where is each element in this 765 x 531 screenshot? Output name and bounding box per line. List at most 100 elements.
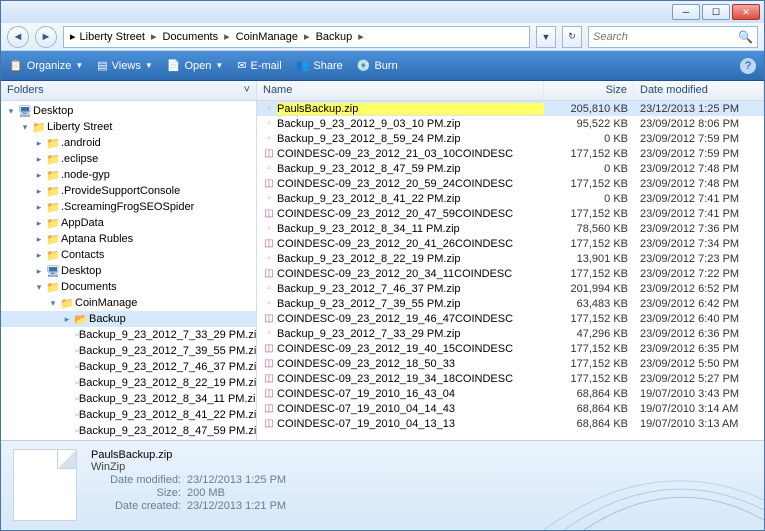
open-menu[interactable]: 📄Open▼ (167, 59, 224, 72)
file-row[interactable]: ◫COINDESC-07_19_2010_16_43_0468,864 KB19… (257, 386, 764, 401)
file-row[interactable]: ▫PaulsBackup.zip205,810 KB23/12/2013 1:2… (257, 101, 764, 116)
tree-item[interactable]: ▫Backup_9_23_2012_7_39_55 PM.zip (1, 343, 256, 359)
file-row[interactable]: ▫Backup_9_23_2012_8_34_11 PM.zip78,560 K… (257, 221, 764, 236)
file-row[interactable]: ▫Backup_9_23_2012_7_39_55 PM.zip63,483 K… (257, 296, 764, 311)
file-row[interactable]: ◫COINDESC-09_23_2012_20_34_11COINDESC177… (257, 266, 764, 281)
back-button[interactable]: ◄ (7, 26, 29, 48)
breadcrumb-seg-2[interactable]: CoinManage (234, 31, 300, 43)
file-row[interactable]: ◫COINDESC-09_23_2012_21_03_10COINDESC177… (257, 146, 764, 161)
tree-item[interactable]: ▫Backup_9_23_2012_8_22_19 PM.zip (1, 375, 256, 391)
folder-tree[interactable]: ▾🖥Desktop▾📁Liberty Street▸📁.android▸📁.ec… (1, 101, 256, 440)
burn-button[interactable]: 💿Burn (357, 59, 398, 72)
file-row[interactable]: ◫COINDESC-09_23_2012_19_40_15COINDESC177… (257, 341, 764, 356)
expand-icon[interactable]: ▾ (47, 298, 59, 309)
expand-icon[interactable]: ▸ (33, 186, 45, 197)
file-row[interactable]: ▫Backup_9_23_2012_8_47_59 PM.zip0 KB23/0… (257, 161, 764, 176)
file-row[interactable]: ◫COINDESC-07_19_2010_04_14_4368,864 KB19… (257, 401, 764, 416)
tree-item[interactable]: ▫Backup_9_23_2012_8_34_11 PM.zip (1, 391, 256, 407)
folder-icon: 📁 (59, 296, 75, 310)
breadcrumb-seg-3[interactable]: Backup (314, 31, 355, 43)
forward-button[interactable]: ► (35, 26, 57, 48)
file-row[interactable]: ◫COINDESC-09_23_2012_19_34_18COINDESC177… (257, 371, 764, 386)
file-row[interactable]: ◫COINDESC-07_19_2010_04_13_1368,864 KB19… (257, 416, 764, 431)
expand-icon[interactable]: ▾ (19, 122, 31, 133)
file-date: 19/07/2010 3:43 PM (634, 388, 764, 400)
tree-item[interactable]: ▫Backup_9_23_2012_8_41_22 PM.zip (1, 407, 256, 423)
expand-icon[interactable]: ▸ (33, 202, 45, 213)
expand-icon[interactable]: ▸ (33, 218, 45, 229)
expand-icon[interactable]: ▸ (33, 266, 45, 277)
expand-icon[interactable]: ▸ (33, 170, 45, 181)
file-date: 23/09/2012 7:41 PM (634, 208, 764, 220)
file-size: 177,152 KB (544, 373, 634, 385)
maximize-button[interactable]: ☐ (702, 4, 730, 20)
column-date[interactable]: Date modified (634, 81, 764, 100)
file-row[interactable]: ◫COINDESC-09_23_2012_19_46_47COINDESC177… (257, 311, 764, 326)
address-bar[interactable]: ▸ Liberty Street▸ Documents▸ CoinManage▸… (63, 26, 530, 48)
file-row[interactable]: ▫Backup_9_23_2012_8_22_19 PM.zip13,901 K… (257, 251, 764, 266)
file-size: 177,152 KB (544, 268, 634, 280)
tree-item[interactable]: ▸📁Contacts (1, 247, 256, 263)
file-row[interactable]: ▫Backup_9_23_2012_9_03_10 PM.zip95,522 K… (257, 116, 764, 131)
views-menu[interactable]: ▤Views▼ (97, 59, 152, 72)
expand-icon[interactable]: ▸ (33, 250, 45, 261)
file-date: 23/09/2012 7:22 PM (634, 268, 764, 280)
tree-item[interactable]: ▸📁.node-gyp (1, 167, 256, 183)
tree-item[interactable]: ▫Backup_9_23_2012_7_46_37 PM.zip (1, 359, 256, 375)
expand-icon[interactable]: ▾ (33, 282, 45, 293)
file-size: 78,560 KB (544, 223, 634, 235)
file-date: 23/12/2013 1:25 PM (634, 103, 764, 115)
search-input[interactable] (593, 31, 738, 43)
email-button[interactable]: ✉E-mail (237, 59, 281, 72)
file-row[interactable]: ▫Backup_9_23_2012_8_59_24 PM.zip0 KB23/0… (257, 131, 764, 146)
file-row[interactable]: ◫COINDESC-09_23_2012_20_47_59COINDESC177… (257, 206, 764, 221)
search-box[interactable]: 🔍 (588, 26, 758, 48)
tree-item[interactable]: ▸📁.ScreamingFrogSEOSpider (1, 199, 256, 215)
help-button[interactable]: ? (740, 58, 756, 74)
close-button[interactable]: ✕ (732, 4, 760, 20)
tree-item[interactable]: ▾📁CoinManage (1, 295, 256, 311)
tree-item[interactable]: ▸📁.eclipse (1, 151, 256, 167)
minimize-button[interactable]: ─ (672, 4, 700, 20)
file-row[interactable]: ▫Backup_9_23_2012_7_33_29 PM.zip47,296 K… (257, 326, 764, 341)
tree-item[interactable]: ▫Backup_9_23_2012_7_33_29 PM.zip (1, 327, 256, 343)
tree-item[interactable]: ▸📁.ProvideSupportConsole (1, 183, 256, 199)
share-button[interactable]: 👥Share (296, 59, 343, 72)
tree-item[interactable]: ▸📁.android (1, 135, 256, 151)
organize-menu[interactable]: 📋Organize▼ (9, 59, 83, 72)
file-size: 177,152 KB (544, 208, 634, 220)
preview-thumbnail (13, 449, 77, 521)
file-row[interactable]: ◫COINDESC-09_23_2012_20_59_24COINDESC177… (257, 176, 764, 191)
expand-icon[interactable]: ▸ (61, 314, 73, 325)
file-row[interactable]: ▫Backup_9_23_2012_7_46_37 PM.zip201,994 … (257, 281, 764, 296)
expand-icon[interactable]: ▸ (33, 234, 45, 245)
expand-icon[interactable]: ▸ (33, 138, 45, 149)
tree-item[interactable]: ▸📁AppData (1, 215, 256, 231)
folder-icon: 📁 (45, 200, 61, 214)
breadcrumb-root[interactable]: ▸ (68, 30, 78, 43)
tree-item[interactable]: ▸🖥Desktop (1, 263, 256, 279)
tree-item[interactable]: ▾🖥Desktop (1, 103, 256, 119)
file-row[interactable]: ◫COINDESC-09_23_2012_18_50_33177,152 KB2… (257, 356, 764, 371)
expand-icon[interactable]: ▸ (33, 154, 45, 165)
tree-item[interactable]: ▾📁Liberty Street (1, 119, 256, 135)
tree-item[interactable]: ▸📁Aptana Rubles (1, 231, 256, 247)
tree-item[interactable]: ▫Backup_9_23_2012_8_47_59 PM.zip (1, 423, 256, 439)
file-size: 68,864 KB (544, 388, 634, 400)
search-icon[interactable]: 🔍 (738, 30, 753, 44)
column-size[interactable]: Size (544, 81, 634, 100)
tree-item[interactable]: ▸📂Backup (1, 311, 256, 327)
column-name[interactable]: Name (257, 81, 544, 100)
refresh-button[interactable]: ↻ (562, 26, 582, 48)
file-list[interactable]: ▫PaulsBackup.zip205,810 KB23/12/2013 1:2… (257, 101, 764, 440)
file-name: Backup_9_23_2012_9_03_10 PM.zip (277, 118, 544, 130)
folders-collapse[interactable]: ˅ (244, 84, 250, 97)
address-dropdown[interactable]: ▼ (536, 26, 556, 48)
file-row[interactable]: ◫COINDESC-09_23_2012_20_41_26COINDESC177… (257, 236, 764, 251)
file-row[interactable]: ▫Backup_9_23_2012_8_41_22 PM.zip0 KB23/0… (257, 191, 764, 206)
breadcrumb-seg-0[interactable]: Liberty Street (78, 31, 147, 43)
breadcrumb-seg-1[interactable]: Documents (160, 31, 220, 43)
expand-icon[interactable]: ▾ (5, 106, 17, 117)
tree-item[interactable]: ▾📁Documents (1, 279, 256, 295)
file-size: 177,152 KB (544, 148, 634, 160)
